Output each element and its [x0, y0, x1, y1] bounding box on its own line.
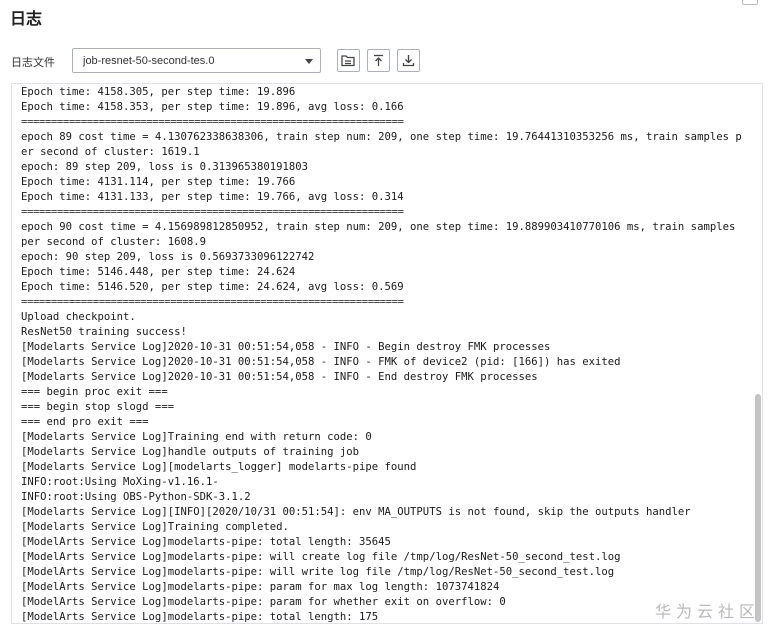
log-file-label: 日志文件	[11, 57, 55, 69]
log-scrollbar[interactable]	[755, 394, 761, 622]
scroll-top-button[interactable]	[367, 49, 390, 72]
log-viewer[interactable]: Epoch time: 4158.305, per step time: 19.…	[11, 83, 763, 624]
log-line: [Modelarts Service Log][INFO][2020/10/31…	[21, 506, 691, 518]
log-line: [Modelarts Service Log]2020-10-31 00:51:…	[21, 341, 551, 353]
log-line: ========================================…	[21, 296, 404, 308]
log-content: Epoch time: 4158.305, per step time: 19.…	[21, 85, 748, 623]
log-line: Epoch time: 5146.520, per step time: 24.…	[21, 281, 404, 293]
window-corner-icon[interactable]	[742, 0, 758, 5]
log-line: [Modelarts Service Log]handle outputs of…	[21, 446, 360, 458]
log-line: Epoch time: 4158.305, per step time: 19.…	[21, 86, 296, 98]
log-line: [Modelarts Service Log]Training end with…	[21, 431, 372, 443]
log-line: Upload checkpoint.	[21, 311, 136, 323]
log-line: Epoch time: 4131.114, per step time: 19.…	[21, 176, 296, 188]
log-line: Epoch time: 4131.133, per step time: 19.…	[21, 191, 404, 203]
log-file-select-value: job-resnet-50-second-tes.0	[83, 55, 215, 67]
log-line: [Modelarts Service Log][modelarts_logger…	[21, 461, 417, 473]
log-line: epoch: 89 step 209, loss is 0.3139653801…	[21, 161, 309, 173]
open-log-button[interactable]	[337, 49, 360, 72]
log-line: [Modelarts Service Log]2020-10-31 00:51:…	[21, 371, 538, 383]
log-line: [Modelarts Service Log]2020-10-31 00:51:…	[21, 356, 621, 368]
log-line: [ModelArts Service Log]modelarts-pipe: w…	[21, 551, 621, 563]
log-line: [Modelarts Service Log]Training complete…	[21, 521, 289, 533]
log-line: ========================================…	[21, 116, 404, 128]
log-line: Epoch time: 5146.448, per step time: 24.…	[21, 266, 296, 278]
download-icon	[402, 55, 415, 67]
log-file-select[interactable]: job-resnet-50-second-tes.0	[72, 48, 321, 73]
log-line: [ModelArts Service Log]modelarts-pipe: w…	[21, 566, 615, 578]
log-line: ResNet50 training success!	[21, 326, 187, 338]
log-line: INFO:root:Using OBS-Python-SDK-3.1.2	[21, 491, 251, 503]
log-line: ========================================…	[21, 206, 404, 218]
log-line: Epoch time: 4158.353, per step time: 19.…	[21, 101, 404, 113]
log-line: [ModelArts Service Log]modelarts-pipe: p…	[21, 581, 500, 593]
log-line: === begin proc exit ===	[21, 386, 168, 398]
watermark: 华为云社区	[654, 602, 760, 621]
upload-icon	[374, 54, 383, 66]
page-title: 日志	[10, 11, 43, 28]
log-line: === end pro exit ===	[21, 416, 149, 428]
log-line: === begin stop slogd ===	[21, 401, 175, 413]
log-line: [ModelArts Service Log]modelarts-pipe: p…	[21, 596, 506, 608]
log-line: [ModelArts Service Log]modelarts-pipe: t…	[21, 611, 379, 623]
log-line: [ModelArts Service Log]modelarts-pipe: t…	[21, 536, 391, 548]
log-line: epoch: 90 step 209, loss is 0.5693733096…	[21, 251, 315, 263]
log-line: INFO:root:Using MoXing-v1.16.1-	[21, 476, 219, 488]
log-line: epoch 90 cost time = 4.156989812850952, …	[21, 221, 742, 248]
log-line: epoch 89 cost time = 4.130762338638306, …	[21, 131, 742, 158]
chevron-down-icon	[305, 59, 313, 64]
open-folder-icon	[341, 55, 355, 67]
download-log-button[interactable]	[397, 49, 420, 72]
